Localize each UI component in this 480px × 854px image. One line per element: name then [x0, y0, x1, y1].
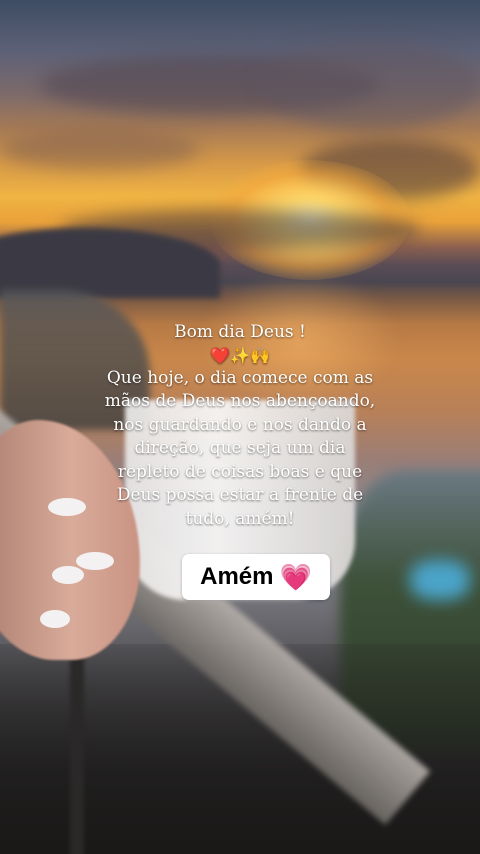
message-line: direção, que seja um dia — [134, 438, 346, 458]
cloud — [0, 130, 200, 170]
fingernail — [52, 566, 84, 584]
screen: Bom dia Deus ! ❤️✨🙌 Que hoje, o dia come… — [0, 0, 480, 854]
fingernail — [76, 552, 114, 570]
message-line: nos guardando e nos dando a — [113, 414, 367, 435]
fingernail — [40, 610, 70, 628]
amem-button[interactable]: Amém 💗 — [182, 554, 330, 600]
heart-emoji-icon: ❤️ — [210, 345, 231, 365]
message-line: Deus possa estar a frente de — [116, 485, 364, 505]
message-line: repleto de coisas boas e que — [117, 461, 363, 482]
pink-heart-icon: 💗 — [279, 562, 312, 592]
amem-button-label: Amém — [200, 563, 274, 590]
emoji-row: ❤️✨🙌 — [90, 345, 390, 367]
message-line: tudo, amém! — [185, 508, 295, 529]
message-text: Bom dia Deus ! ❤️✨🙌 Que hoje, o dia come… — [90, 321, 390, 531]
message-line: mãos de Deus nos abençoando, — [104, 391, 376, 411]
message-line: Que hoje, o dia comece com as — [106, 367, 374, 388]
fingernail — [48, 498, 86, 516]
raised-hands-emoji-icon: 🙌 — [249, 345, 270, 365]
pool — [410, 560, 470, 600]
sparkles-emoji-icon: ✨ — [230, 345, 250, 365]
greeting-text: Bom dia Deus ! — [174, 322, 306, 342]
cloud — [260, 40, 480, 130]
